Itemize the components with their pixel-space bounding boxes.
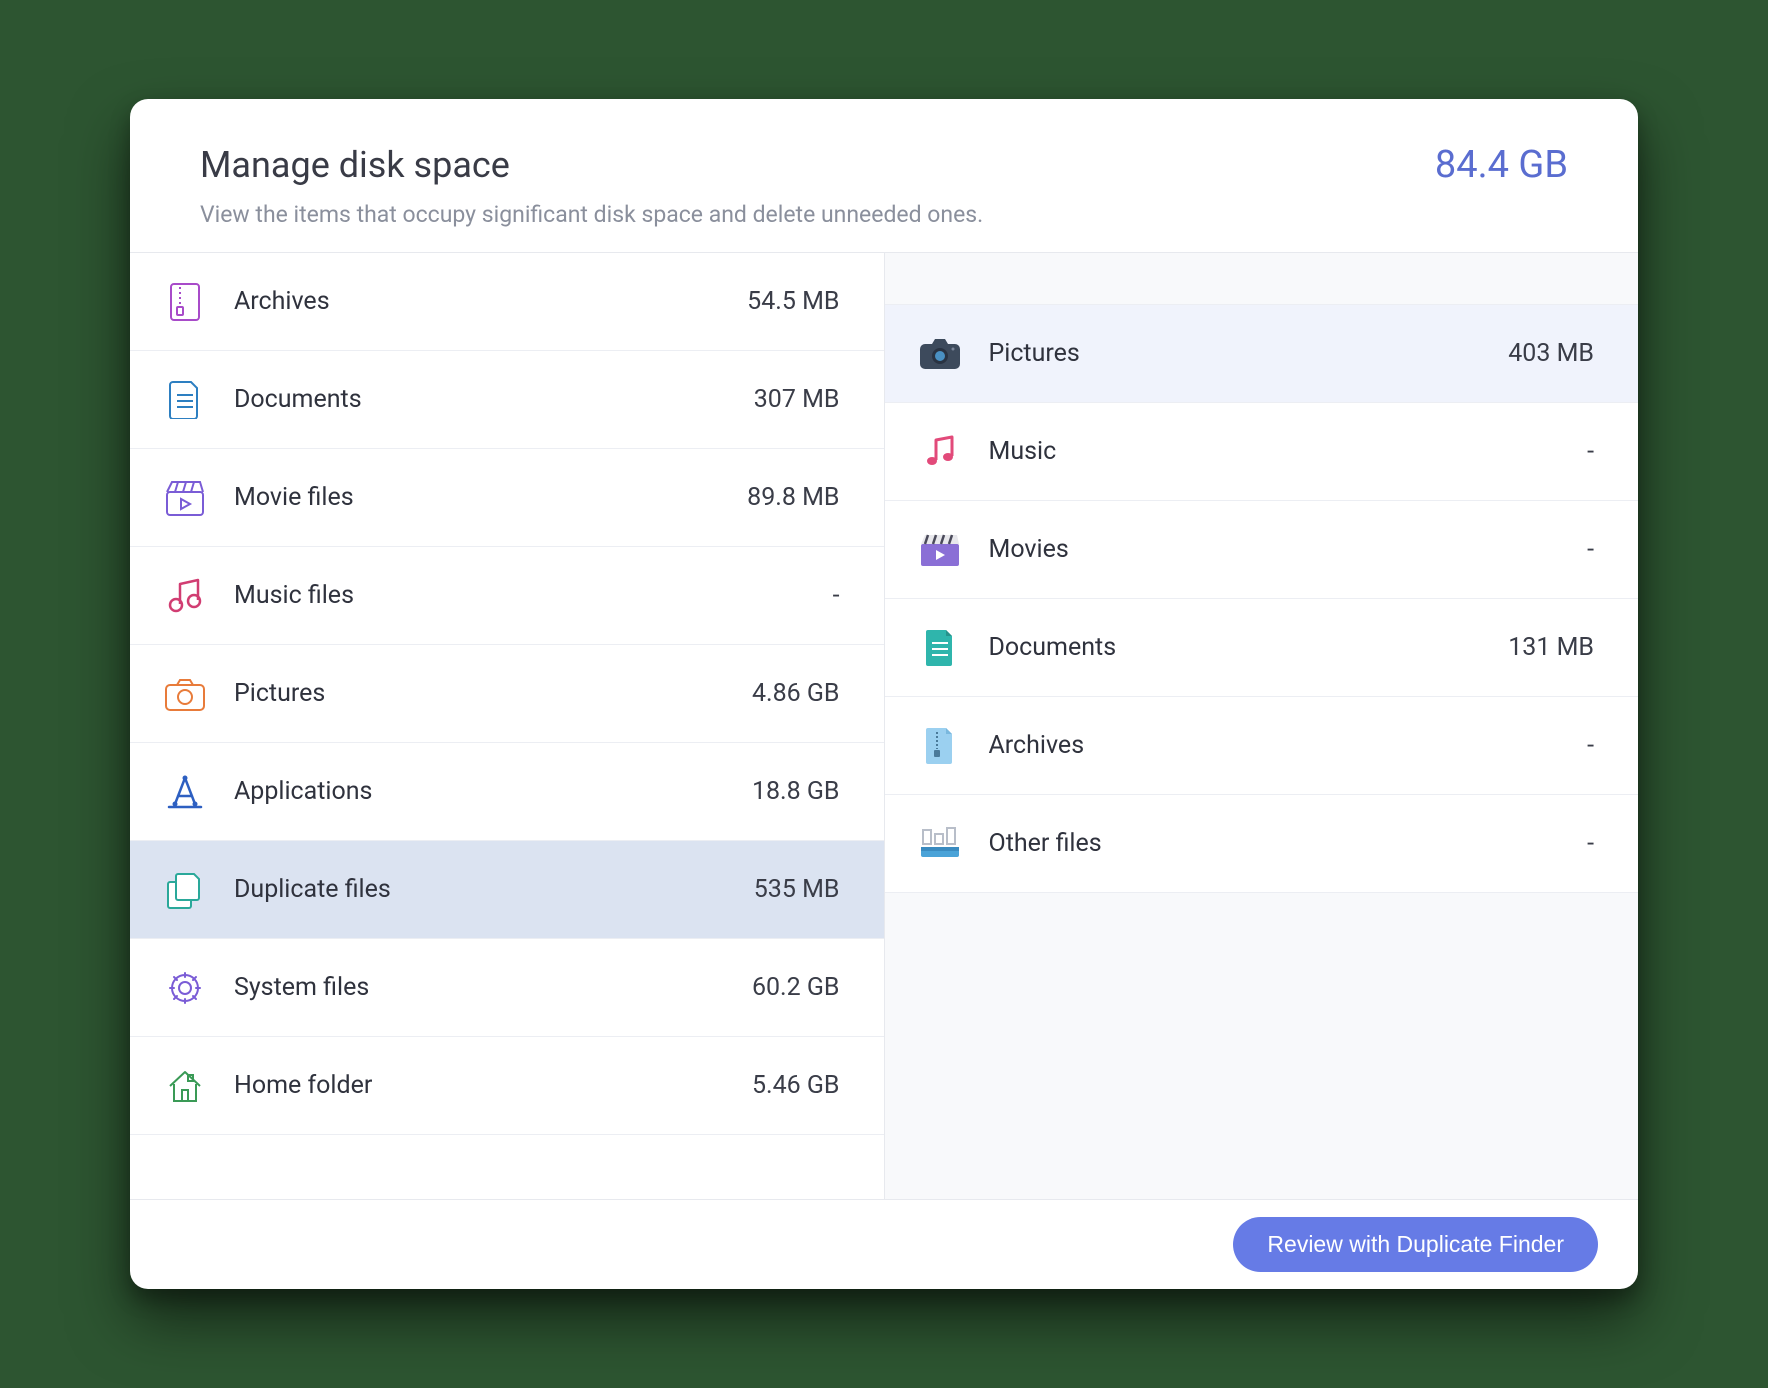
document-icon [164,379,206,421]
app-icon [164,771,206,813]
category-row-applications[interactable]: Applications18.8 GB [130,743,884,841]
row-size: 535 MB [700,875,840,904]
row-size: 18.8 GB [700,777,840,806]
row-size: 403 MB [1454,339,1594,368]
footer: Review with Duplicate Finder [130,1199,1638,1289]
subcategory-list: Pictures403 MBMusic-Movies-Documents131 … [885,253,1639,1199]
row-label: Applications [234,777,700,806]
subcategory-row-pictures[interactable]: Pictures403 MB [885,305,1639,403]
subcategory-row-music[interactable]: Music- [885,403,1639,501]
row-size: - [1454,829,1594,858]
subcategory-row-archives[interactable]: Archives- [885,697,1639,795]
row-label: Archives [234,287,700,316]
total-size: 84.4 GB [1435,143,1568,187]
row-size: 131 MB [1454,633,1594,662]
category-list: Archives54.5 MBDocuments307 MBMovie file… [130,253,885,1199]
category-row-system-files[interactable]: System files60.2 GB [130,939,884,1037]
archive-icon [164,281,206,323]
row-size: - [700,581,840,610]
row-label: Movie files [234,483,700,512]
row-size: - [1454,731,1594,760]
empty-space [885,893,1639,1199]
duplicate-icon [164,869,206,911]
zip-icon [919,725,961,767]
clapper-icon [919,529,961,571]
row-size: 307 MB [700,385,840,414]
category-row-music-files[interactable]: Music files- [130,547,884,645]
row-size: - [1454,535,1594,564]
category-row-archives[interactable]: Archives54.5 MB [130,253,884,351]
row-label: Documents [234,385,700,414]
content: Archives54.5 MBDocuments307 MBMovie file… [130,253,1638,1199]
row-label: Duplicate files [234,875,700,904]
gear-icon [164,967,206,1009]
row-label: Archives [989,731,1455,760]
row-label: Other files [989,829,1455,858]
category-row-documents[interactable]: Documents307 MB [130,351,884,449]
category-row-pictures[interactable]: Pictures4.86 GB [130,645,884,743]
row-label: Pictures [234,679,700,708]
row-label: Movies [989,535,1455,564]
picture-icon [164,673,206,715]
category-row-duplicate-files[interactable]: Duplicate files535 MB [130,841,884,939]
row-label: Pictures [989,339,1455,368]
row-size: 60.2 GB [700,973,840,1002]
subcategory-row-other-files[interactable]: Other files- [885,795,1639,893]
row-label: Home folder [234,1071,700,1100]
review-duplicate-finder-button[interactable]: Review with Duplicate Finder [1233,1217,1598,1272]
row-label: Music [989,437,1455,466]
header-top: Manage disk space 84.4 GB [200,143,1568,187]
row-size: 4.86 GB [700,679,840,708]
page-title: Manage disk space [200,144,510,186]
row-size: - [1454,437,1594,466]
music-note-icon [919,431,961,473]
subcategory-row-documents[interactable]: Documents131 MB [885,599,1639,697]
page-subtitle: View the items that occupy significant d… [200,201,1568,228]
row-size: 5.46 GB [700,1071,840,1100]
home-icon [164,1065,206,1107]
other-files-icon [919,823,961,865]
row-size: 89.8 MB [700,483,840,512]
row-size: 54.5 MB [700,287,840,316]
subcategory-row-movies[interactable]: Movies- [885,501,1639,599]
camera-icon [919,333,961,375]
header: Manage disk space 84.4 GB View the items… [130,99,1638,253]
category-row-home-folder[interactable]: Home folder5.46 GB [130,1037,884,1135]
row-label: System files [234,973,700,1002]
category-row-movie-files[interactable]: Movie files89.8 MB [130,449,884,547]
row-label: Music files [234,581,700,610]
movie-icon [164,477,206,519]
disk-space-window: Manage disk space 84.4 GB View the items… [130,99,1638,1289]
doc-solid-icon [919,627,961,669]
row-label: Documents [989,633,1455,662]
music-icon [164,575,206,617]
spacer [885,253,1639,305]
